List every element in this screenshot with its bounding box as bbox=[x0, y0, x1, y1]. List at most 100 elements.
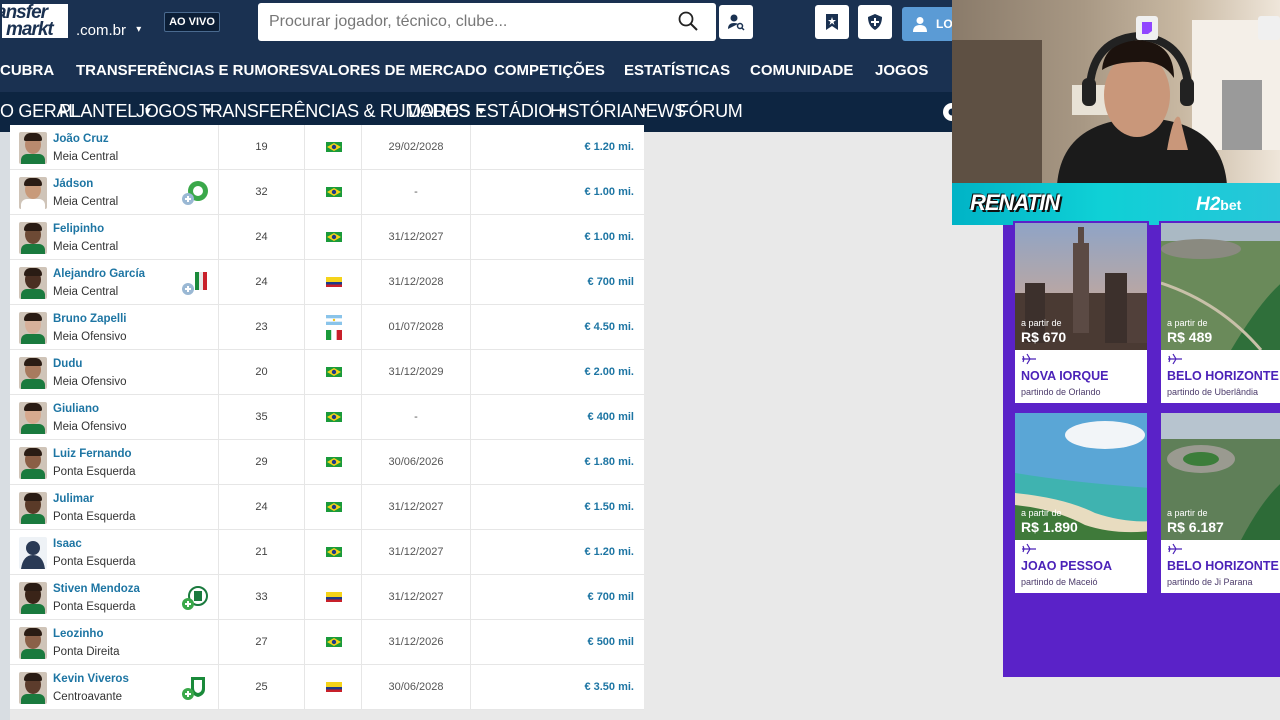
market-value-link[interactable]: € 1.20 mi. bbox=[471, 530, 644, 575]
market-value-link[interactable]: € 700 mil bbox=[471, 575, 644, 620]
player-name-link[interactable]: Giuliano bbox=[53, 403, 99, 415]
travel-ad-card[interactable]: a partir de R$ 489 BELO HORIZONTE partin… bbox=[1159, 221, 1280, 405]
streamer-figure bbox=[952, 16, 1280, 185]
travel-ad-card[interactable]: a partir de R$ 1.890 JOAO PESSOA partind… bbox=[1013, 411, 1149, 595]
left-scroll-strip bbox=[0, 132, 10, 720]
sponsor-main: H2 bbox=[1196, 194, 1221, 215]
nav-item-market-values[interactable]: VALORES DE MERCADO bbox=[309, 62, 487, 79]
player-name-link[interactable]: Luiz Fernando bbox=[53, 448, 132, 460]
player-avatar[interactable] bbox=[19, 357, 47, 389]
transfermarkt-logo[interactable]: ansfer markt bbox=[0, 2, 70, 40]
nav-item-games[interactable]: JOGOS bbox=[875, 62, 928, 79]
avatar-hair bbox=[24, 178, 42, 186]
player-position: Meia Central bbox=[53, 286, 119, 298]
nav-item-community[interactable]: COMUNIDADE bbox=[750, 62, 853, 79]
live-button[interactable]: AO VIVO bbox=[164, 12, 220, 32]
flag-brazil-icon bbox=[326, 457, 342, 467]
market-value-link[interactable]: € 3.50 mi. bbox=[471, 665, 644, 710]
top-bar: ansfer markt .com.br ▾ AO VIVO LO bbox=[0, 0, 954, 50]
club-crest-icon[interactable] bbox=[181, 585, 209, 611]
market-value-link[interactable]: € 4.50 mi. bbox=[471, 305, 644, 350]
contract-end-date: 01/07/2028 bbox=[362, 305, 471, 350]
nationality-cell bbox=[305, 530, 362, 575]
flag-brazil-icon bbox=[326, 142, 342, 152]
club-crest-icon[interactable] bbox=[181, 675, 209, 701]
player-avatar[interactable] bbox=[19, 177, 47, 209]
market-value-link[interactable]: € 700 mil bbox=[471, 260, 644, 305]
bookmark-star-icon bbox=[826, 14, 838, 30]
market-value-link[interactable]: € 1.00 mi. bbox=[471, 215, 644, 260]
airplane-icon bbox=[1022, 543, 1036, 555]
player-avatar[interactable] bbox=[19, 582, 47, 614]
player-avatar[interactable] bbox=[19, 492, 47, 524]
nav-item-competitions[interactable]: COMPETIÇÕES bbox=[494, 62, 605, 79]
travel-ad-card[interactable]: a partir de R$ 6.187 BELO HORIZONTE part… bbox=[1159, 411, 1280, 595]
ad-origin: partindo de Uberlândia bbox=[1167, 387, 1259, 397]
player-avatar[interactable] bbox=[19, 447, 47, 479]
domain-selector[interactable]: .com.br ▾ bbox=[76, 22, 141, 39]
flag-colombia-icon bbox=[326, 277, 342, 287]
airplane-icon bbox=[1168, 543, 1182, 555]
player-name-link[interactable]: Felipinho bbox=[53, 223, 104, 235]
player-name-link[interactable]: João Cruz bbox=[53, 133, 109, 145]
travel-ad-card[interactable]: a partir de R$ 670 NOVA IORQUE partindo … bbox=[1013, 221, 1149, 405]
club-crest-icon[interactable] bbox=[181, 180, 209, 206]
login-button[interactable]: LO bbox=[902, 7, 954, 41]
market-value-link[interactable]: € 1.50 mi. bbox=[471, 485, 644, 530]
squad-table-area: João Cruz Meia Central 19 29/02/2028 € 1… bbox=[0, 125, 952, 720]
ad-city: NOVA IORQUE bbox=[1021, 369, 1109, 383]
market-value-link[interactable]: € 2.00 mi. bbox=[471, 350, 644, 395]
player-avatar[interactable] bbox=[19, 627, 47, 659]
nationality-cell bbox=[305, 485, 362, 530]
ad-origin: partindo de Orlando bbox=[1021, 387, 1101, 397]
streamer-webcam bbox=[952, 0, 1280, 185]
ad-from-label: a partir de bbox=[1167, 318, 1208, 328]
player-avatar[interactable] bbox=[19, 312, 47, 344]
contract-end-date: - bbox=[362, 395, 471, 440]
market-value-link[interactable]: € 1.20 mi. bbox=[471, 125, 644, 170]
market-value-link[interactable]: € 1.80 mi. bbox=[471, 440, 644, 485]
market-value-link[interactable]: € 400 mil bbox=[471, 395, 644, 440]
nationality-cell bbox=[305, 305, 362, 350]
avatar-hair bbox=[24, 223, 42, 231]
table-row: Jádson Meia Central 32 - € 1.00 mi. bbox=[10, 170, 644, 215]
player-name-link[interactable]: Dudu bbox=[53, 358, 82, 370]
player-name-link[interactable]: Stiven Mendoza bbox=[53, 583, 140, 595]
player-avatar[interactable] bbox=[19, 222, 47, 254]
nationality-cell bbox=[305, 260, 362, 305]
player-name-link[interactable]: Julimar bbox=[53, 493, 94, 505]
player-age: 33 bbox=[219, 575, 305, 620]
subnav-forum[interactable]: FÓRUM bbox=[678, 101, 743, 122]
player-name-link[interactable]: Kevin Viveros bbox=[53, 673, 129, 685]
player-cell: Stiven Mendoza Ponta Esquerda bbox=[10, 575, 219, 620]
player-name-link[interactable]: Leozinho bbox=[53, 628, 103, 640]
table-row: João Cruz Meia Central 19 29/02/2028 € 1… bbox=[10, 125, 644, 170]
shield-add-button[interactable] bbox=[858, 5, 892, 39]
nav-item-transfers-rumors[interactable]: TRANSFERÊNCIAS E RUMORES bbox=[76, 62, 309, 79]
market-value-link[interactable]: € 1.00 mi. bbox=[471, 170, 644, 215]
player-name-link[interactable]: Jádson bbox=[53, 178, 93, 190]
player-avatar[interactable] bbox=[19, 132, 47, 164]
market-value-link[interactable]: € 500 mil bbox=[471, 620, 644, 665]
ad-from-label: a partir de bbox=[1021, 318, 1062, 328]
club-crest-icon[interactable] bbox=[181, 270, 209, 296]
player-avatar[interactable] bbox=[19, 267, 47, 299]
search-icon[interactable] bbox=[678, 11, 698, 31]
bookmark-button[interactable] bbox=[815, 5, 849, 39]
table-row: Leozinho Ponta Direita 27 31/12/2026 € 5… bbox=[10, 620, 644, 665]
nav-item-cubra[interactable]: CUBRA bbox=[0, 62, 54, 79]
nav-item-statistics[interactable]: ESTATÍSTICAS bbox=[624, 62, 730, 79]
player-name-link[interactable]: Bruno Zapelli bbox=[53, 313, 126, 325]
user-search-button[interactable] bbox=[719, 5, 753, 39]
player-name-link[interactable]: Isaac bbox=[53, 538, 82, 550]
player-avatar[interactable] bbox=[19, 672, 47, 704]
user-search-icon bbox=[728, 14, 745, 31]
table-row: Kevin Viveros Centroavante 25 30/06/2028… bbox=[10, 665, 644, 710]
player-avatar-placeholder[interactable] bbox=[19, 537, 47, 569]
domain-label: .com.br bbox=[76, 22, 127, 39]
player-name-link[interactable]: Alejandro García bbox=[53, 268, 145, 280]
search-input[interactable] bbox=[258, 3, 658, 41]
player-position: Ponta Esquerda bbox=[53, 601, 136, 613]
player-avatar[interactable] bbox=[19, 402, 47, 434]
player-age: 24 bbox=[219, 260, 305, 305]
